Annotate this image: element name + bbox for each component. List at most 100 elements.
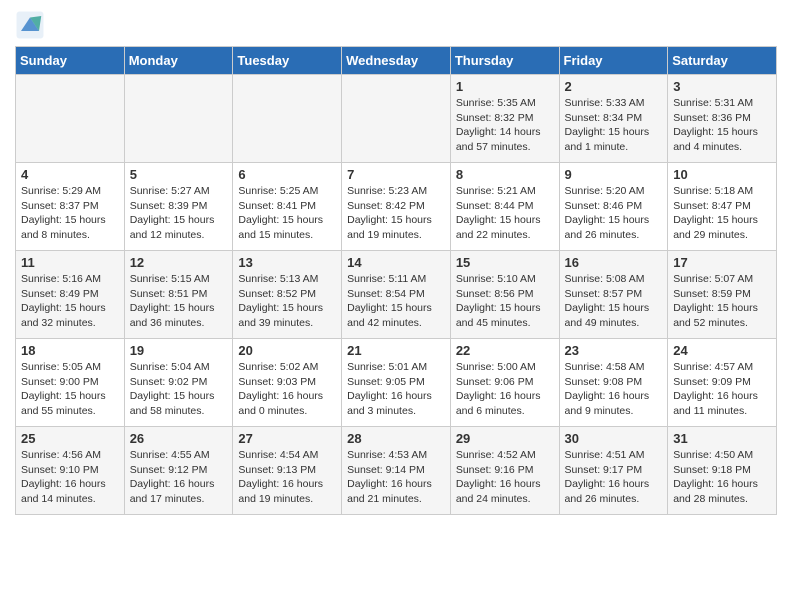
calendar-cell: 9 Sunrise: 5:20 AM Sunset: 8:46 PM Daylig… bbox=[559, 163, 668, 251]
weekday-sunday: Sunday bbox=[16, 47, 125, 75]
calendar-cell: 19 Sunrise: 5:04 AM Sunset: 9:02 PM Dayli… bbox=[124, 339, 233, 427]
calendar-cell: 2 Sunrise: 5:33 AM Sunset: 8:34 PM Daylig… bbox=[559, 75, 668, 163]
day-number: 11 bbox=[21, 255, 119, 270]
calendar-cell bbox=[342, 75, 451, 163]
day-number: 17 bbox=[673, 255, 771, 270]
day-number: 14 bbox=[347, 255, 445, 270]
day-info: Sunrise: 5:02 AM Sunset: 9:03 PM Dayligh… bbox=[238, 360, 336, 419]
calendar-week-5: 25 Sunrise: 4:56 AM Sunset: 9:10 PM Dayli… bbox=[16, 427, 777, 515]
calendar-week-2: 4Sunrise: 5:29 AM Sunset: 8:37 PM Daylig… bbox=[16, 163, 777, 251]
calendar-cell: 3 Sunrise: 5:31 AM Sunset: 8:36 PM Daylig… bbox=[668, 75, 777, 163]
day-info: Sunrise: 4:57 AM Sunset: 9:09 PM Dayligh… bbox=[673, 360, 771, 419]
day-number: 19 bbox=[130, 343, 228, 358]
day-info: Sunrise: 5:31 AM Sunset: 8:36 PM Dayligh… bbox=[673, 96, 771, 155]
calendar-cell bbox=[16, 75, 125, 163]
calendar-week-3: 11 Sunrise: 5:16 AM Sunset: 8:49 PM Dayli… bbox=[16, 251, 777, 339]
day-info: Sunrise: 5:08 AM Sunset: 8:57 PM Dayligh… bbox=[565, 272, 663, 331]
day-info: Sunrise: 4:58 AM Sunset: 9:08 PM Dayligh… bbox=[565, 360, 663, 419]
day-number: 21 bbox=[347, 343, 445, 358]
calendar-cell: 16 Sunrise: 5:08 AM Sunset: 8:57 PM Dayli… bbox=[559, 251, 668, 339]
calendar-cell: 15 Sunrise: 5:10 AM Sunset: 8:56 PM Dayli… bbox=[450, 251, 559, 339]
day-number: 18 bbox=[21, 343, 119, 358]
day-info: Sunrise: 5:11 AM Sunset: 8:54 PM Dayligh… bbox=[347, 272, 445, 331]
day-number: 31 bbox=[673, 431, 771, 446]
calendar-cell: 21 Sunrise: 5:01 AM Sunset: 9:05 PM Dayli… bbox=[342, 339, 451, 427]
day-info: Sunrise: 5:20 AM Sunset: 8:46 PM Dayligh… bbox=[565, 184, 663, 243]
day-number: 22 bbox=[456, 343, 554, 358]
day-info: Sunrise: 5:33 AM Sunset: 8:34 PM Dayligh… bbox=[565, 96, 663, 155]
day-info: Sunrise: 4:55 AM Sunset: 9:12 PM Dayligh… bbox=[130, 448, 228, 507]
day-number: 7 bbox=[347, 167, 445, 182]
calendar-cell bbox=[124, 75, 233, 163]
page-header bbox=[15, 10, 777, 40]
calendar-cell: 6Sunrise: 5:25 AM Sunset: 8:41 PM Daylig… bbox=[233, 163, 342, 251]
calendar-cell bbox=[233, 75, 342, 163]
day-info: Sunrise: 4:50 AM Sunset: 9:18 PM Dayligh… bbox=[673, 448, 771, 507]
calendar-cell: 12 Sunrise: 5:15 AM Sunset: 8:51 PM Dayli… bbox=[124, 251, 233, 339]
day-number: 28 bbox=[347, 431, 445, 446]
weekday-friday: Friday bbox=[559, 47, 668, 75]
day-info: Sunrise: 5:23 AM Sunset: 8:42 PM Dayligh… bbox=[347, 184, 445, 243]
calendar-cell: 23 Sunrise: 4:58 AM Sunset: 9:08 PM Dayli… bbox=[559, 339, 668, 427]
calendar-body: 1 Sunrise: 5:35 AM Sunset: 8:32 PM Daylig… bbox=[16, 75, 777, 515]
day-number: 16 bbox=[565, 255, 663, 270]
logo-icon bbox=[15, 10, 45, 40]
day-number: 26 bbox=[130, 431, 228, 446]
day-info: Sunrise: 4:53 AM Sunset: 9:14 PM Dayligh… bbox=[347, 448, 445, 507]
weekday-monday: Monday bbox=[124, 47, 233, 75]
day-number: 1 bbox=[456, 79, 554, 94]
day-info: Sunrise: 5:04 AM Sunset: 9:02 PM Dayligh… bbox=[130, 360, 228, 419]
day-info: Sunrise: 5:27 AM Sunset: 8:39 PM Dayligh… bbox=[130, 184, 228, 243]
day-info: Sunrise: 5:07 AM Sunset: 8:59 PM Dayligh… bbox=[673, 272, 771, 331]
day-info: Sunrise: 4:54 AM Sunset: 9:13 PM Dayligh… bbox=[238, 448, 336, 507]
day-number: 2 bbox=[565, 79, 663, 94]
day-info: Sunrise: 5:05 AM Sunset: 9:00 PM Dayligh… bbox=[21, 360, 119, 419]
calendar-cell: 24 Sunrise: 4:57 AM Sunset: 9:09 PM Dayli… bbox=[668, 339, 777, 427]
calendar-cell: 13Sunrise: 5:13 AM Sunset: 8:52 PM Dayli… bbox=[233, 251, 342, 339]
day-info: Sunrise: 5:15 AM Sunset: 8:51 PM Dayligh… bbox=[130, 272, 228, 331]
day-number: 10 bbox=[673, 167, 771, 182]
calendar-cell: 29Sunrise: 4:52 AM Sunset: 9:16 PM Dayli… bbox=[450, 427, 559, 515]
day-number: 25 bbox=[21, 431, 119, 446]
day-info: Sunrise: 5:01 AM Sunset: 9:05 PM Dayligh… bbox=[347, 360, 445, 419]
calendar-table: SundayMondayTuesdayWednesdayThursdayFrid… bbox=[15, 46, 777, 515]
calendar-cell: 30 Sunrise: 4:51 AM Sunset: 9:17 PM Dayli… bbox=[559, 427, 668, 515]
weekday-tuesday: Tuesday bbox=[233, 47, 342, 75]
logo bbox=[15, 10, 49, 40]
calendar-cell: 5Sunrise: 5:27 AM Sunset: 8:39 PM Daylig… bbox=[124, 163, 233, 251]
calendar-week-1: 1 Sunrise: 5:35 AM Sunset: 8:32 PM Daylig… bbox=[16, 75, 777, 163]
calendar-cell: 25 Sunrise: 4:56 AM Sunset: 9:10 PM Dayli… bbox=[16, 427, 125, 515]
calendar-cell: 7 Sunrise: 5:23 AM Sunset: 8:42 PM Daylig… bbox=[342, 163, 451, 251]
calendar-header: SundayMondayTuesdayWednesdayThursdayFrid… bbox=[16, 47, 777, 75]
day-number: 30 bbox=[565, 431, 663, 446]
day-number: 3 bbox=[673, 79, 771, 94]
day-number: 27 bbox=[238, 431, 336, 446]
day-info: Sunrise: 5:16 AM Sunset: 8:49 PM Dayligh… bbox=[21, 272, 119, 331]
day-number: 12 bbox=[130, 255, 228, 270]
day-number: 13 bbox=[238, 255, 336, 270]
calendar-cell: 17 Sunrise: 5:07 AM Sunset: 8:59 PM Dayli… bbox=[668, 251, 777, 339]
day-info: Sunrise: 5:25 AM Sunset: 8:41 PM Dayligh… bbox=[238, 184, 336, 243]
weekday-thursday: Thursday bbox=[450, 47, 559, 75]
day-info: Sunrise: 5:00 AM Sunset: 9:06 PM Dayligh… bbox=[456, 360, 554, 419]
calendar-week-4: 18 Sunrise: 5:05 AM Sunset: 9:00 PM Dayli… bbox=[16, 339, 777, 427]
day-info: Sunrise: 4:51 AM Sunset: 9:17 PM Dayligh… bbox=[565, 448, 663, 507]
day-info: Sunrise: 5:10 AM Sunset: 8:56 PM Dayligh… bbox=[456, 272, 554, 331]
day-info: Sunrise: 5:35 AM Sunset: 8:32 PM Dayligh… bbox=[456, 96, 554, 155]
day-number: 8 bbox=[456, 167, 554, 182]
day-number: 20 bbox=[238, 343, 336, 358]
day-number: 15 bbox=[456, 255, 554, 270]
day-number: 9 bbox=[565, 167, 663, 182]
weekday-saturday: Saturday bbox=[668, 47, 777, 75]
day-info: Sunrise: 5:29 AM Sunset: 8:37 PM Dayligh… bbox=[21, 184, 119, 243]
day-info: Sunrise: 5:18 AM Sunset: 8:47 PM Dayligh… bbox=[673, 184, 771, 243]
calendar-cell: 27 Sunrise: 4:54 AM Sunset: 9:13 PM Dayli… bbox=[233, 427, 342, 515]
weekday-wednesday: Wednesday bbox=[342, 47, 451, 75]
calendar-cell: 20 Sunrise: 5:02 AM Sunset: 9:03 PM Dayli… bbox=[233, 339, 342, 427]
day-info: Sunrise: 5:21 AM Sunset: 8:44 PM Dayligh… bbox=[456, 184, 554, 243]
day-number: 24 bbox=[673, 343, 771, 358]
calendar-cell: 22 Sunrise: 5:00 AM Sunset: 9:06 PM Dayli… bbox=[450, 339, 559, 427]
day-info: Sunrise: 4:56 AM Sunset: 9:10 PM Dayligh… bbox=[21, 448, 119, 507]
day-number: 23 bbox=[565, 343, 663, 358]
calendar-cell: 31 Sunrise: 4:50 AM Sunset: 9:18 PM Dayli… bbox=[668, 427, 777, 515]
